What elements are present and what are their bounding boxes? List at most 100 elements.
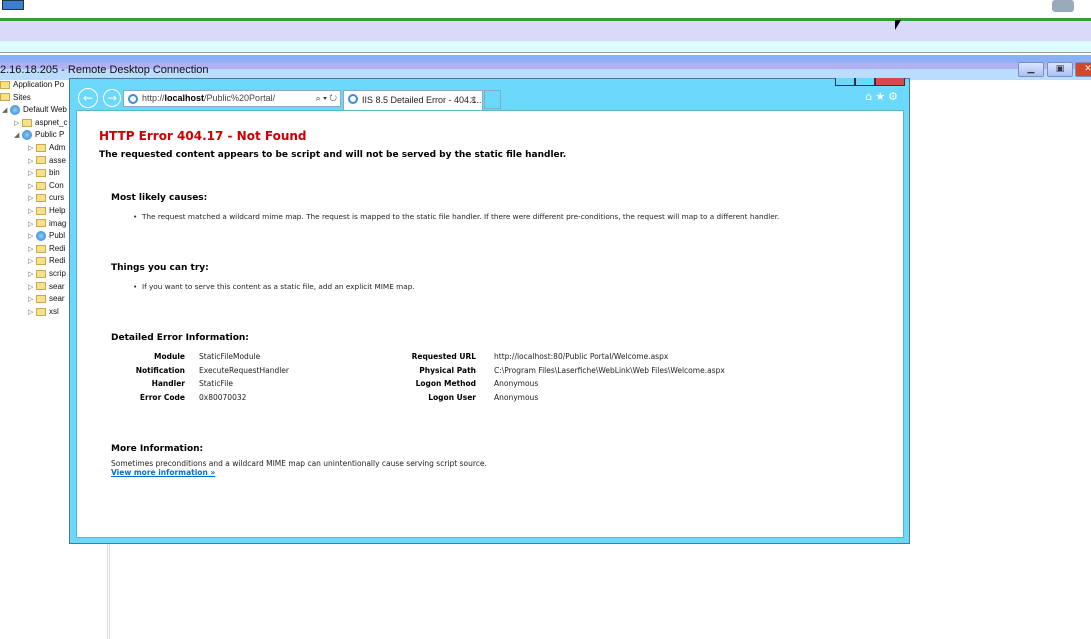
pane-splitter[interactable] [107, 543, 110, 639]
close-tab-icon[interactable]: ✕ [469, 91, 477, 109]
detail-label: Physical Path [419, 365, 476, 375]
expand-arrow-icon[interactable]: ▷ [28, 181, 36, 193]
tree-item[interactable]: ▷ xsl [28, 306, 59, 318]
expand-arrow-icon[interactable]: ◢ [14, 130, 22, 142]
folder-icon [36, 257, 46, 266]
tree-item-label: aspnet_c [35, 117, 68, 127]
tree-item-label: xsl [49, 306, 59, 316]
tree-item-label: sear [49, 281, 65, 291]
back-button[interactable]: ← [78, 88, 98, 108]
folder-icon [36, 143, 46, 152]
address-bar[interactable]: http://localhost/Public%20Portal/ ⌕ ▾ ↻ [123, 90, 341, 107]
tree-item-label: Con [49, 180, 64, 190]
tree-item[interactable]: ▷ bin [28, 167, 60, 179]
expand-arrow-icon[interactable]: ▷ [28, 256, 36, 268]
folder-icon [36, 295, 46, 304]
expand-arrow-icon[interactable]: ▷ [28, 244, 36, 256]
folder-icon [36, 219, 46, 228]
tree-item-label: Redi [49, 243, 66, 253]
detail-value: Anonymous [494, 379, 539, 389]
expand-arrow-icon[interactable]: ▷ [28, 143, 36, 155]
settings-gear-icon[interactable]: ⚙ [888, 90, 901, 103]
tree-item[interactable]: ▷ imag [28, 218, 66, 230]
tree-item-label: curs [49, 193, 65, 203]
tree-item[interactable]: ▷ Con [28, 180, 64, 192]
ie-maximize-button[interactable] [854, 78, 875, 86]
tree-item[interactable]: ◢ Default Web [2, 104, 67, 116]
sites-icon [0, 93, 10, 102]
error-subtitle: The requested content appears to be scri… [99, 150, 567, 160]
tree-item[interactable]: Application Po [0, 80, 64, 91]
folder-icon [36, 206, 46, 215]
more-text: Sometimes preconditions and a wildcard M… [111, 459, 487, 468]
tree-item[interactable]: ▷ scrip [28, 268, 66, 280]
tree-item[interactable]: ▷ Redi [28, 255, 65, 267]
expand-arrow-icon[interactable]: ▷ [28, 231, 36, 243]
tree-item[interactable]: ▷ sear [28, 281, 65, 293]
globe-icon [22, 130, 32, 141]
causes-heading: Most likely causes: [111, 193, 208, 203]
detail-label: Requested URL [411, 352, 476, 361]
mouse-cursor-icon [895, 20, 901, 30]
expand-arrow-icon[interactable]: ▷ [28, 269, 36, 281]
tree-item-label: imag [49, 218, 67, 228]
tab-label: IIS 8.5 Detailed Error - 404.1... [362, 95, 483, 105]
detail-value: 0x80070032 [199, 393, 247, 403]
address-prefix: http:// [142, 93, 165, 103]
expand-arrow-icon[interactable]: ▷ [28, 282, 36, 294]
expand-arrow-icon[interactable]: ▷ [28, 156, 36, 168]
close-button[interactable]: ✕ [1075, 62, 1091, 77]
ie-close-button[interactable] [874, 78, 905, 86]
detail-value: C:\Program Files\Laserfiche\WebLink\Web … [494, 365, 725, 375]
expand-arrow-icon[interactable]: ▷ [28, 193, 36, 205]
tab-iis-error[interactable]: IIS 8.5 Detailed Error - 404.1... ✕ [343, 90, 483, 110]
tree-item[interactable]: ▷ Help [28, 205, 65, 217]
forward-button[interactable]: → [103, 89, 121, 107]
connection-quality-icon[interactable] [1052, 0, 1074, 12]
detail-label: Logon Method [415, 379, 476, 389]
expand-arrow-icon[interactable]: ▷ [28, 294, 36, 306]
desktop-band [0, 41, 1091, 53]
detail-label: Handler [151, 379, 185, 389]
tree-item[interactable]: ▷ aspnet_c [14, 117, 67, 129]
tree-item[interactable]: ▷ Publ [28, 230, 65, 242]
rdp-connection-bar [0, 0, 1091, 19]
expand-arrow-icon[interactable]: ▷ [14, 118, 22, 130]
tree-item[interactable]: Sites [0, 92, 31, 104]
minimize-button[interactable]: ▁ [1018, 62, 1044, 77]
expand-arrow-icon[interactable]: ▷ [28, 307, 36, 319]
folder-icon [36, 269, 46, 278]
globe-icon [36, 231, 46, 242]
try-heading: Things you can try: [111, 263, 209, 273]
expand-arrow-icon[interactable]: ▷ [28, 206, 36, 218]
remote-desktop-icon[interactable] [2, 0, 24, 10]
detail-label: Notification [135, 365, 185, 375]
ie-tab-icon [348, 94, 358, 104]
view-more-link[interactable]: View more information » [111, 468, 215, 477]
expand-arrow-icon[interactable]: ◢ [2, 105, 10, 117]
try-item: • If you want to serve this content as a… [133, 282, 415, 291]
favorites-star-icon[interactable]: ★ [875, 90, 888, 103]
tree-item[interactable]: ▷ Redi [28, 243, 65, 255]
tree-item-label: bin [49, 168, 60, 178]
tree-item[interactable]: ▷ asse [28, 155, 66, 167]
detail-value: StaticFileModule [199, 352, 261, 361]
tree-item[interactable]: ◢ Public P [14, 129, 64, 141]
expand-arrow-icon[interactable]: ▷ [28, 168, 36, 180]
detail-value: StaticFile [199, 379, 233, 389]
tree-item[interactable]: ▷ Adm [28, 142, 65, 154]
home-icon[interactable]: ⌂ [865, 90, 875, 103]
error-title: HTTP Error 404.17 - Not Found [99, 129, 307, 143]
new-tab-button[interactable] [484, 90, 501, 109]
tree-item[interactable]: ▷ curs [28, 192, 64, 204]
tree-item-label: Adm [49, 143, 66, 152]
folder-icon [36, 169, 46, 178]
restore-button[interactable]: ▣ [1047, 62, 1073, 77]
expand-arrow-icon[interactable]: ▷ [28, 219, 36, 231]
iis-connections-tree: Application Po Sites ◢ Default Web ▷ aspnet_c… [0, 80, 72, 320]
more-heading: More Information: [111, 444, 204, 454]
ie-window-controls [835, 78, 905, 86]
search-refresh-icons[interactable]: ⌕ ▾ ↻ [316, 91, 337, 106]
tree-item[interactable]: ▷ sear [28, 293, 65, 305]
ie-minimize-button[interactable] [835, 78, 855, 86]
